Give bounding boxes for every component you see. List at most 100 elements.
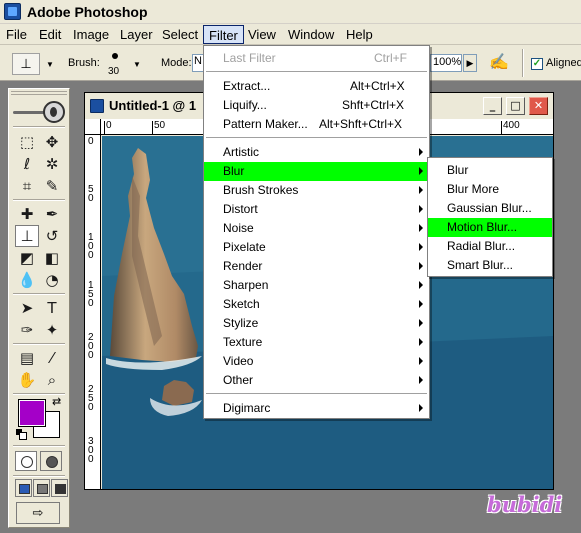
menu-item-noise[interactable]: Noise xyxy=(204,219,429,238)
gradient-tool-icon[interactable]: ◧ xyxy=(40,247,64,269)
flow-input[interactable]: 100% xyxy=(430,54,462,72)
menu-window[interactable]: Window xyxy=(285,27,337,42)
menu-image[interactable]: Image xyxy=(70,27,112,42)
preset-dropdown-icon[interactable]: ▼ xyxy=(46,60,54,69)
path-selection-tool-icon[interactable]: ➤ xyxy=(15,297,39,319)
eraser-tool-icon[interactable]: ◩ xyxy=(15,247,39,269)
airbrush-icon[interactable]: ✍ xyxy=(487,52,511,74)
swap-colors-icon[interactable]: ⇄ xyxy=(52,395,61,408)
menu-item-sharpen[interactable]: Sharpen xyxy=(204,276,429,295)
flow-slider-arrow-icon[interactable]: ▶ xyxy=(463,54,477,72)
submenu-arrow-icon xyxy=(419,300,423,308)
ruler-origin[interactable] xyxy=(85,119,101,135)
default-colors-icon[interactable] xyxy=(16,429,27,440)
document-title: Untitled-1 @ 1 xyxy=(109,98,197,113)
zoom-tool-icon[interactable]: ⌕ xyxy=(40,369,64,391)
vertical-ruler[interactable]: 0 5 0 1 0 0 1 5 0 2 0 0 2 5 0 3 0 0 xyxy=(85,135,101,489)
menu-item-blur-more[interactable]: Blur More xyxy=(428,180,552,199)
menu-item-extract[interactable]: Extract... Alt+Ctrl+X xyxy=(204,77,429,96)
menu-help[interactable]: Help xyxy=(343,27,376,42)
lasso-tool-icon[interactable]: ℓ xyxy=(15,153,39,175)
menu-item-motion-blur[interactable]: Motion Blur... xyxy=(428,218,552,237)
ruler-label: 2 0 0 xyxy=(88,332,94,361)
submenu-arrow-icon xyxy=(419,319,423,327)
dodge-tool-icon[interactable]: ◔ xyxy=(40,269,64,291)
photoshop-app-icon xyxy=(4,3,21,20)
menu-item-video[interactable]: Video xyxy=(204,352,429,371)
full-screen-mode-button[interactable] xyxy=(51,479,68,497)
standard-screen-mode-button[interactable] xyxy=(15,479,32,497)
menu-item-artistic[interactable]: Artistic xyxy=(204,143,429,162)
hand-tool-icon[interactable]: ✋ xyxy=(15,369,39,391)
blur-tool-icon[interactable]: 💧 xyxy=(15,269,39,291)
menu-item-pixelate[interactable]: Pixelate xyxy=(204,238,429,257)
menu-edit[interactable]: Edit xyxy=(36,27,64,42)
menu-item-gaussian-blur[interactable]: Gaussian Blur... xyxy=(428,199,552,218)
foreground-color-swatch[interactable] xyxy=(18,399,46,427)
menu-item-brush-strokes[interactable]: Brush Strokes xyxy=(204,181,429,200)
clone-stamp-preset-icon[interactable]: ⊥ xyxy=(12,53,40,75)
ruler-label: 2 5 0 xyxy=(88,384,94,413)
menu-item-pattern-maker[interactable]: Pattern Maker... Alt+Shft+Ctrl+X xyxy=(204,115,429,134)
move-tool-icon[interactable]: ✥ xyxy=(40,131,64,153)
marquee-tool-icon[interactable]: ⬚ xyxy=(15,131,39,153)
quick-mask-mode-button[interactable] xyxy=(40,451,62,471)
menu-item-distort[interactable]: Distort xyxy=(204,200,429,219)
type-tool-icon[interactable]: T xyxy=(40,297,64,319)
healing-brush-tool-icon[interactable]: ✚ xyxy=(15,203,39,225)
menu-item-other[interactable]: Other xyxy=(204,371,429,390)
magic-wand-tool-icon[interactable]: ✲ xyxy=(40,153,64,175)
close-button[interactable]: ✕ xyxy=(529,97,548,115)
menu-item-blur[interactable]: Blur xyxy=(204,162,429,181)
menu-item-radial-blur[interactable]: Radial Blur... xyxy=(428,237,552,256)
menu-item-last-filter[interactable]: Last Filter Ctrl+F xyxy=(204,49,429,68)
clone-stamp-tool-icon[interactable]: ⊥ xyxy=(15,225,39,247)
adobe-online-logo-icon[interactable] xyxy=(13,100,65,124)
submenu-arrow-icon xyxy=(419,338,423,346)
options-separator xyxy=(522,49,524,77)
blur-submenu: Blur Blur More Gaussian Blur... Motion B… xyxy=(427,157,553,277)
brush-tip-icon xyxy=(112,53,118,59)
minimize-button[interactable]: _ xyxy=(483,97,502,115)
ruler-label: 0 xyxy=(106,120,112,131)
menu-item-stylize[interactable]: Stylize xyxy=(204,314,429,333)
maximize-button[interactable]: □ xyxy=(506,97,525,115)
menu-item-blur-basic[interactable]: Blur xyxy=(428,161,552,180)
menu-item-liquify[interactable]: Liquify... Shft+Ctrl+X xyxy=(204,96,429,115)
menu-item-smart-blur[interactable]: Smart Blur... xyxy=(428,256,552,275)
crop-tool-icon[interactable]: ⌗ xyxy=(15,175,39,197)
toolbox: ⬚ ✥ ℓ ✲ ⌗ ✎ ✚ ✒ ⊥ ↺ ◩ ◧ 💧 ◔ ➤ T ✑ ✦ ▤ ⁄ … xyxy=(8,88,70,528)
menu-filter[interactable]: Filter xyxy=(203,25,244,44)
ruler-label: 5 0 xyxy=(88,184,94,204)
history-brush-tool-icon[interactable]: ↺ xyxy=(40,225,64,247)
menu-item-render[interactable]: Render xyxy=(204,257,429,276)
aligned-checkbox[interactable]: ✓ xyxy=(531,58,543,70)
brush-label: Brush: xyxy=(68,57,100,69)
submenu-arrow-icon xyxy=(419,357,423,365)
menu-item-digimarc[interactable]: Digimarc xyxy=(204,399,429,418)
brush-preview[interactable]: 30 xyxy=(102,50,128,78)
menu-layer[interactable]: Layer xyxy=(117,27,156,42)
full-screen-menu-mode-button[interactable] xyxy=(33,479,50,497)
toolbox-grip[interactable] xyxy=(11,91,67,95)
notes-tool-icon[interactable]: ▤ xyxy=(15,347,39,369)
brush-size: 30 xyxy=(108,66,120,77)
submenu-arrow-icon xyxy=(419,205,423,213)
submenu-arrow-icon xyxy=(419,262,423,270)
custom-shape-tool-icon[interactable]: ✦ xyxy=(40,319,64,341)
submenu-arrow-icon xyxy=(419,148,423,156)
pen-tool-icon[interactable]: ✑ xyxy=(15,319,39,341)
jump-to-imageready-button[interactable]: ⇨ xyxy=(16,502,60,524)
menu-select[interactable]: Select xyxy=(159,27,201,42)
menu-item-texture[interactable]: Texture xyxy=(204,333,429,352)
eyedropper-tool-icon[interactable]: ⁄ xyxy=(40,347,64,369)
submenu-arrow-icon xyxy=(419,186,423,194)
standard-mode-button[interactable] xyxy=(15,451,37,471)
menu-view[interactable]: View xyxy=(245,27,279,42)
brush-dropdown-icon[interactable]: ▼ xyxy=(133,60,141,69)
menu-item-sketch[interactable]: Sketch xyxy=(204,295,429,314)
slice-tool-icon[interactable]: ✎ xyxy=(40,175,64,197)
menu-file[interactable]: File xyxy=(3,27,30,42)
brush-tool-icon[interactable]: ✒ xyxy=(40,203,64,225)
submenu-arrow-icon xyxy=(419,376,423,384)
